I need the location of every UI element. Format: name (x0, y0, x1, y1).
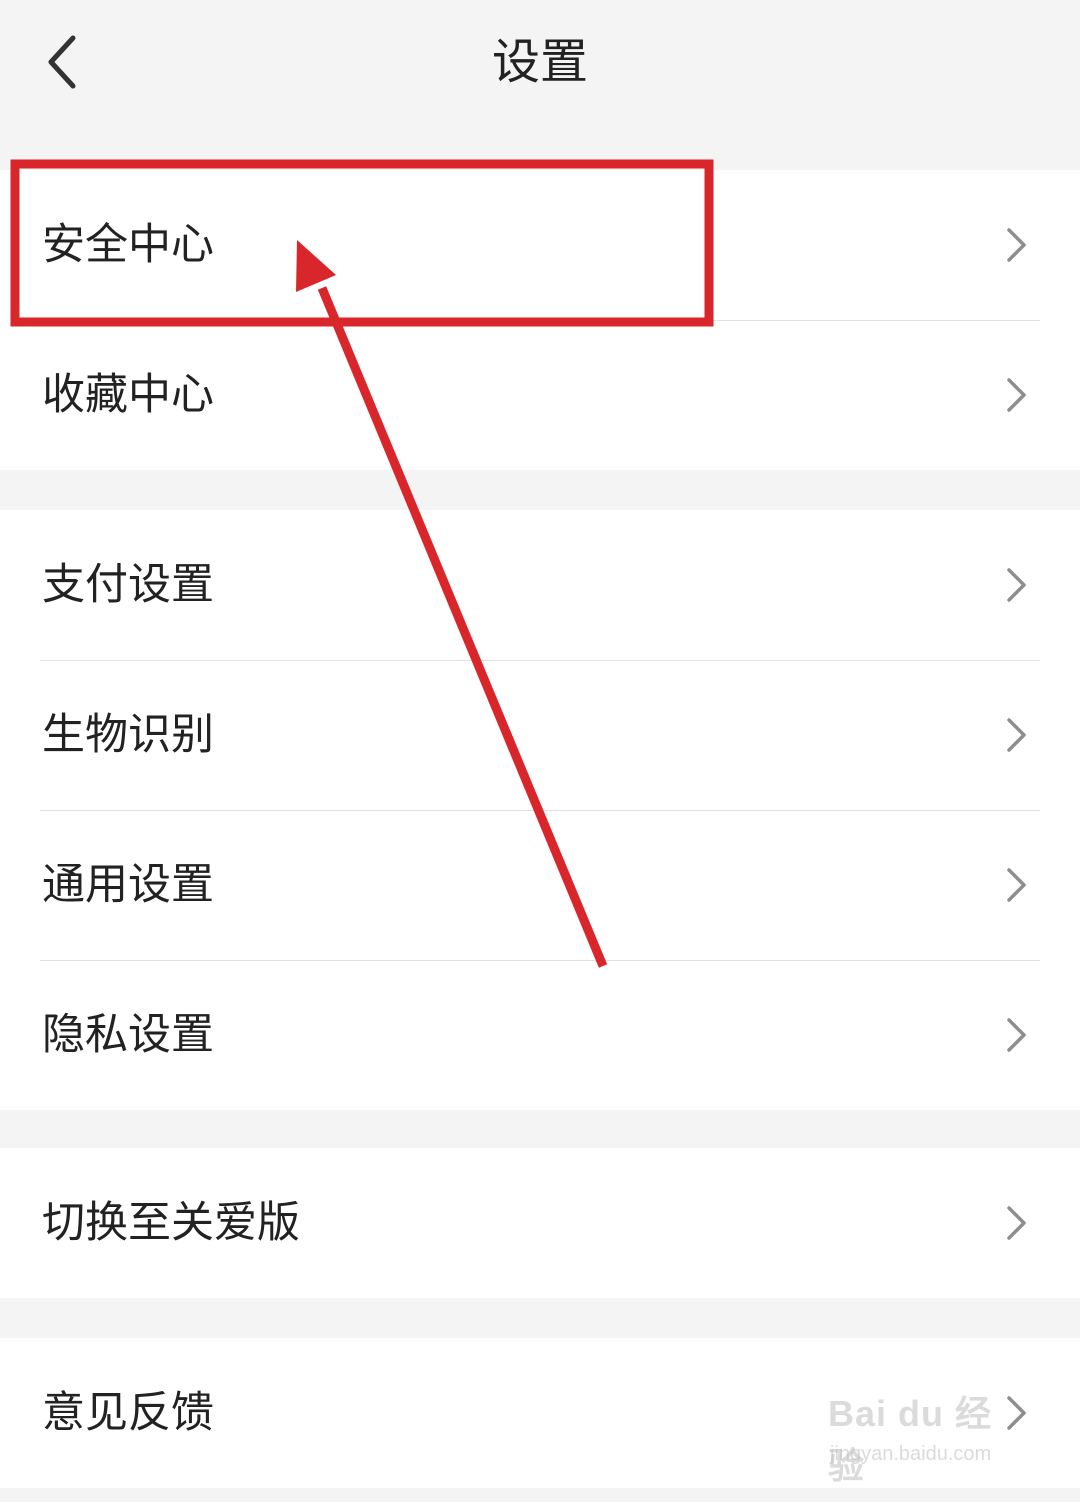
settings-item-label: 生物识别 (42, 710, 214, 760)
header-bar: 设置 (0, 0, 1080, 125)
settings-group-care-mode: 切换至关爱版 (0, 1148, 1080, 1298)
settings-item-privacy[interactable]: 隐私设置 (0, 960, 1080, 1110)
watermark-url: jingyan.baidu.com (830, 1443, 992, 1465)
watermark: Bai du 经验 jingyan.baidu.com (828, 1385, 1028, 1486)
settings-item-label: 隐私设置 (42, 1010, 214, 1060)
chevron-right-icon (1007, 378, 1026, 412)
settings-item-label: 切换至关爱版 (42, 1198, 300, 1248)
chevron-right-icon (1007, 1018, 1026, 1052)
chevron-right-icon (1007, 868, 1026, 902)
settings-item-biometrics[interactable]: 生物识别 (0, 660, 1080, 810)
chevron-right-icon (1007, 718, 1026, 752)
settings-item-label: 支付设置 (42, 560, 214, 610)
settings-group-general: 支付设置 生物识别 通用设置 隐私设置 (0, 510, 1080, 1110)
settings-item-security-center[interactable]: 安全中心 (0, 170, 1080, 320)
settings-item-favorites-center[interactable]: 收藏中心 (0, 320, 1080, 470)
settings-item-general[interactable]: 通用设置 (0, 810, 1080, 960)
chevron-right-icon (1007, 228, 1026, 262)
page-title: 设置 (491, 34, 588, 90)
chevron-right-icon (1007, 1206, 1026, 1240)
settings-item-label: 收藏中心 (42, 370, 214, 420)
watermark-brand: Bai du 经验 (828, 1393, 993, 1486)
settings-item-label: 通用设置 (42, 860, 214, 910)
settings-item-label: 安全中心 (42, 220, 214, 270)
settings-item-label: 意见反馈 (42, 1388, 214, 1438)
settings-group-account: 安全中心 收藏中心 (0, 170, 1080, 470)
chevron-right-icon (1007, 568, 1026, 602)
settings-item-care-mode[interactable]: 切换至关爱版 (0, 1148, 1080, 1298)
settings-item-payment[interactable]: 支付设置 (0, 510, 1080, 660)
